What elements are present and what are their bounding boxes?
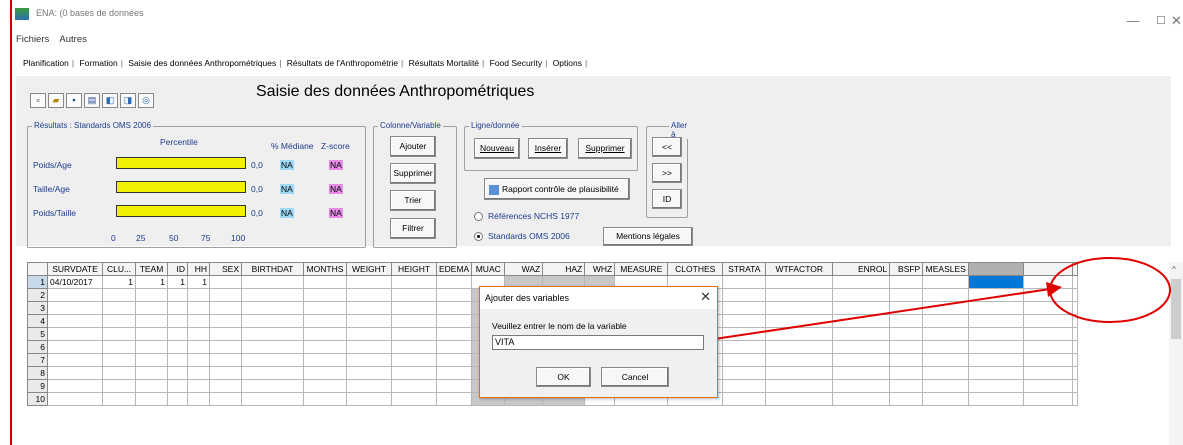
dialog-title: Ajouter des variables [485,293,570,303]
annotation-arrow-line [680,288,1051,345]
dialog-prompt: Veuillez entrer le nom de la variable [492,321,627,331]
dialog-close-icon[interactable]: ✕ [700,289,711,305]
dialog-ok-button[interactable]: OK [536,367,591,387]
dialog-cancel-button[interactable]: Cancel [601,367,669,387]
dialog-titlebar: Ajouter des variables [480,287,717,309]
annotation-arrow-head [1046,282,1062,297]
annotation-circle [1049,257,1171,323]
app-window: ENA: (0 bases de données — ☐ ✕ Fichiers … [0,0,1183,445]
add-variable-dialog: Ajouter des variables ✕ Veuillez entrer … [479,286,718,398]
variable-name-input[interactable]: VITA [492,335,704,350]
